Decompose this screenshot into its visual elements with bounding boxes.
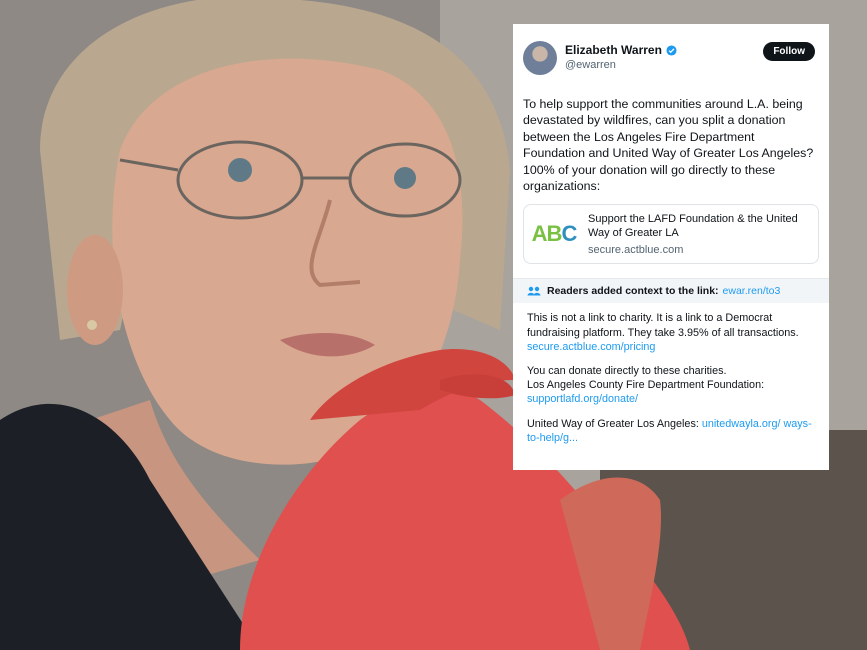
logo-text-ab: AB xyxy=(531,221,563,247)
community-note-header-link[interactable]: ewar.ren/to3 xyxy=(723,285,781,297)
tweet-card: Elizabeth Warren @ewarren Follow To help… xyxy=(513,24,829,470)
avatar[interactable] xyxy=(523,41,557,75)
author-handle[interactable]: @ewarren xyxy=(565,58,677,73)
author-name[interactable]: Elizabeth Warren xyxy=(565,43,662,58)
note-paragraph-3-text: United Way of Greater Los Angeles: xyxy=(527,417,699,430)
logo-text-c: C xyxy=(561,221,577,247)
note-paragraph-2-line-1: You can donate directly to these chariti… xyxy=(527,365,727,378)
people-icon xyxy=(527,287,541,296)
note-paragraph-2: You can donate directly to these chariti… xyxy=(527,364,815,407)
tweet-text: To help support the communities around L… xyxy=(523,97,814,194)
follow-button[interactable]: Follow xyxy=(763,42,815,61)
community-note: Readers added context to the link: ewar.… xyxy=(513,278,829,446)
link-preview-title: Support the LAFD Foundation & the United… xyxy=(588,212,798,239)
author-block: Elizabeth Warren @ewarren xyxy=(565,43,677,73)
link-preview-text: Support the LAFD Foundation & the United… xyxy=(584,212,818,257)
author-name-row: Elizabeth Warren xyxy=(565,43,677,58)
note-paragraph-1: This is not a link to charity. It is a l… xyxy=(527,311,815,354)
note-paragraph-1-text: This is not a link to charity. It is a l… xyxy=(527,312,799,339)
community-note-body: This is not a link to charity. It is a l… xyxy=(513,303,829,445)
community-note-header-text: Readers added context to the link: xyxy=(547,285,719,298)
tweet-header: Elizabeth Warren @ewarren Follow xyxy=(523,38,819,78)
verified-badge-icon xyxy=(666,45,677,56)
link-preview-domain: secure.actblue.com xyxy=(588,243,684,256)
actblue-logo: AB C xyxy=(524,206,584,262)
note-paragraph-3: United Way of Greater Los Angeles: unite… xyxy=(527,417,815,445)
supportlafd-link[interactable]: supportlafd.org/donate/ xyxy=(527,393,638,405)
actblue-pricing-link[interactable]: secure.actblue.com/pricing xyxy=(527,341,655,353)
link-preview-card[interactable]: AB C Support the LAFD Foundation & the Un… xyxy=(523,204,819,265)
community-note-header: Readers added context to the link: ewar.… xyxy=(513,279,829,304)
note-paragraph-2-line-2: Los Angeles County Fire Department Found… xyxy=(527,379,765,392)
